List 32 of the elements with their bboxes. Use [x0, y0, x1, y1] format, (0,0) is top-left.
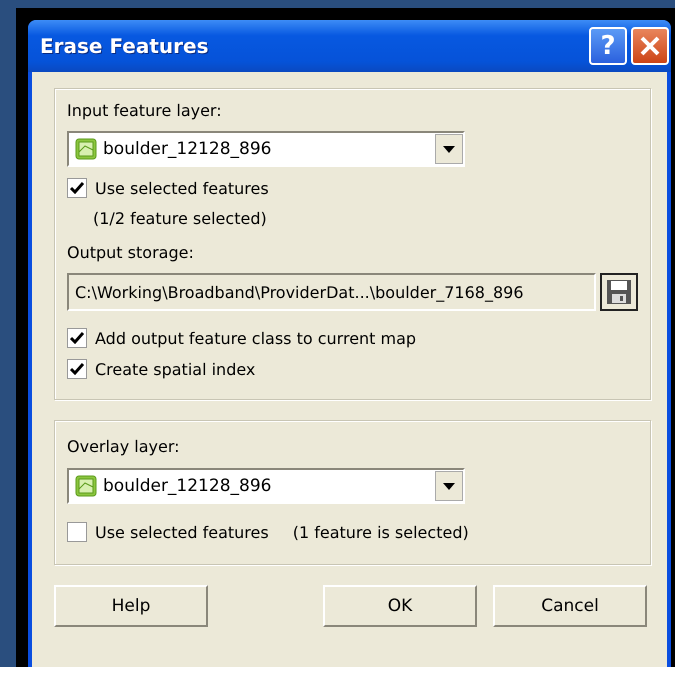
dropdown-value: boulder_12128_896 — [103, 139, 272, 159]
layer-dropdown[interactable]: boulder_12128_896 — [67, 131, 465, 167]
layer-dropdown[interactable]: boulder_12128_896 — [67, 468, 465, 504]
checkbox[interactable] — [67, 359, 87, 379]
field-label: Output storage: — [67, 243, 195, 262]
selection-note: (1 feature is selected) — [292, 522, 469, 542]
save-button[interactable] — [600, 273, 638, 311]
checkbox-label: Use selected features — [95, 522, 269, 542]
dialog-button[interactable]: OK — [323, 585, 477, 627]
checkbox-label: Use selected features — [95, 178, 269, 198]
dialog-button[interactable]: Help — [54, 585, 208, 627]
dropdown-value: boulder_12128_896 — [103, 476, 272, 496]
checkbox[interactable] — [67, 522, 87, 542]
dropdown-button[interactable] — [435, 471, 463, 501]
help-button[interactable]: ? — [589, 27, 627, 65]
field-label: Overlay layer: — [67, 437, 181, 456]
dropdown-button[interactable] — [435, 134, 463, 164]
checkbox-label: Add output feature class to current map — [95, 328, 416, 348]
caret-icon — [443, 146, 455, 152]
dialog-button[interactable]: Cancel — [493, 585, 647, 627]
field-label: Input feature layer: — [67, 101, 223, 120]
close-button[interactable] — [631, 27, 669, 65]
checkbox-label: Create spatial index — [95, 360, 256, 378]
close-icon — [639, 35, 661, 57]
layer-icon — [75, 475, 97, 497]
window-title: Erase Features — [39, 34, 210, 58]
selection-note: (1/2 feature selected) — [92, 209, 268, 228]
output-path-field[interactable]: C:\Working\Broadband\ProviderDat...\boulder_7168_896 — [67, 273, 596, 311]
layer-icon — [75, 138, 97, 160]
caret-icon — [443, 482, 455, 490]
checkbox[interactable] — [67, 178, 87, 198]
checkbox[interactable] — [67, 328, 87, 348]
